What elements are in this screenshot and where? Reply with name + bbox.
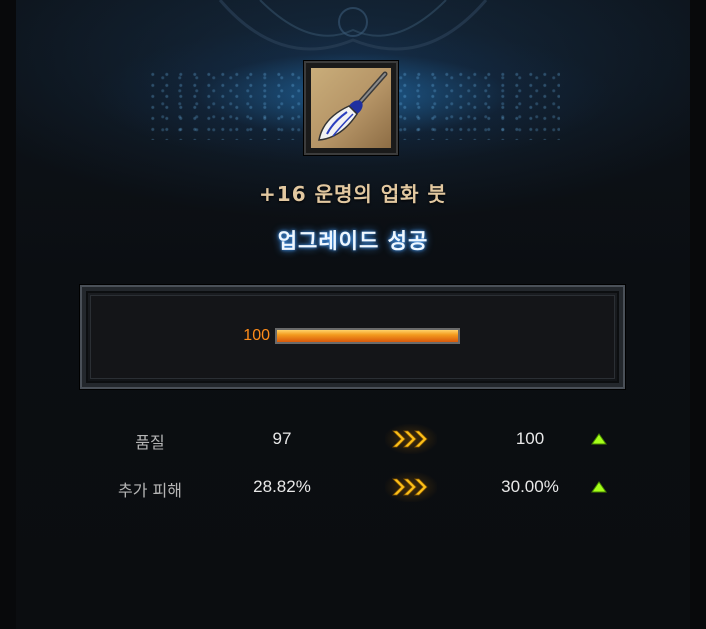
stat-row-extra-damage: 추가 피해 28.82% 30.00% — [0, 468, 706, 508]
stat-after-value: 100 — [515, 429, 545, 448]
stat-label: 품질 — [135, 433, 165, 452]
triple-chevron-right-icon — [385, 424, 437, 454]
right-border — [690, 0, 706, 629]
brush-icon — [311, 68, 391, 148]
gauge-bar — [275, 328, 460, 344]
upgrade-result-text: 업그레이드 성공 — [277, 229, 429, 253]
left-border — [0, 0, 16, 629]
triple-chevron-right-icon — [385, 472, 437, 502]
item-name: +16 운명의 업화 붓 — [259, 182, 447, 206]
gauge-value: 100 — [243, 327, 270, 344]
triangle-up-icon — [591, 433, 607, 445]
stat-row-quality: 품질 97 100 — [0, 420, 706, 460]
item-slot[interactable] — [304, 61, 398, 155]
stat-after-value: 30.00% — [501, 477, 559, 496]
stat-label: 추가 피해 — [118, 481, 182, 500]
stat-before-value: 97 — [272, 429, 292, 448]
upgrade-result-panel: +16 운명의 업화 붓 업그레이드 성공 100 품질 97 100 추가 피… — [0, 0, 706, 629]
quality-gauge-box: 100 — [80, 285, 625, 389]
gauge-fill — [277, 330, 458, 342]
triangle-up-icon — [591, 481, 607, 493]
stat-before-value: 28.82% — [253, 477, 311, 496]
